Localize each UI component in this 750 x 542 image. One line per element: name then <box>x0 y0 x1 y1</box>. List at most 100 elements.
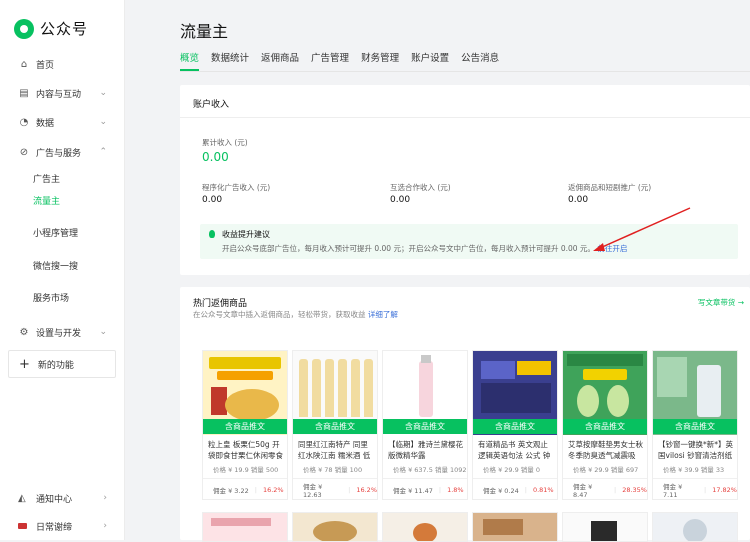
programmatic-income-label: 程序化广告收入 (元) <box>202 183 271 192</box>
product-commission-row: 佣金 ¥ 3.22 | 16.2% <box>203 478 287 500</box>
product-meta: 价格 ¥ 39.9 销量 33 <box>663 466 725 474</box>
commission: 佣金 ¥ 11.47 <box>393 486 433 495</box>
divider: | <box>614 485 617 494</box>
product-tag: 含商品推文 <box>203 419 287 434</box>
product-card[interactable] <box>382 512 468 542</box>
divider: | <box>524 485 527 494</box>
sidebar-item-settings[interactable]: ⚙ 设置与开发 ⌄ <box>0 320 125 344</box>
commission: 佣金 ¥ 3.22 <box>213 486 249 495</box>
document-icon: ▤ <box>19 87 29 99</box>
logo[interactable]: 公众号 <box>14 18 88 39</box>
sidebar-subitem-miniprogram[interactable]: 小程序管理 <box>33 226 78 239</box>
product-tag: 含商品推文 <box>563 419 647 434</box>
commission: 佣金 ¥ 8.47 <box>573 482 593 499</box>
avatar-icon <box>18 523 27 529</box>
product-commission-row: 佣金 ¥ 0.24 | 0.81% <box>473 478 557 500</box>
tab-ad-management[interactable]: 广告管理 <box>311 50 349 71</box>
commission: 佣金 ¥ 0.24 <box>483 486 519 495</box>
product-card[interactable] <box>652 512 738 542</box>
product-tag: 含商品推文 <box>473 419 557 434</box>
product-commission-row: 佣金 ¥ 12.63 | 16.2% <box>293 478 377 500</box>
product-card[interactable] <box>472 512 558 542</box>
product-tag: 含商品推文 <box>383 419 467 434</box>
tab-finance[interactable]: 财务管理 <box>361 50 399 71</box>
write-article-link[interactable]: 写文章带货 → <box>698 297 744 308</box>
product-meta: 价格 ¥ 19.9 销量 500 <box>213 466 279 474</box>
tab-statistics[interactable]: 数据统计 <box>211 50 249 71</box>
sidebar-subitem-search[interactable]: 微信搜一搜 <box>33 259 78 272</box>
total-income-label: 累计收入 (元) <box>202 138 248 147</box>
chevron-up-icon: ⌃ <box>99 147 107 157</box>
total-income-value: 0.00 <box>202 150 229 164</box>
chevron-right-icon: › <box>103 521 107 531</box>
sidebar-item-ads-services[interactable]: ⊘ 广告与服务 ⌃ <box>0 140 125 164</box>
sidebar-subitem-market[interactable]: 服务市场 <box>33 291 69 304</box>
product-name: 同里红江南特产 同里红水陕江南 糯米酒 低度… <box>298 440 371 460</box>
commission-rate: 0.81% <box>532 485 554 494</box>
divider: | <box>704 485 707 494</box>
product-card[interactable]: 含商品推文 【钞窗一键换*新*】英国vilosi 钞窗清洁剂纸抹… 价格 ¥ 3… <box>652 350 738 500</box>
commission-rate: 17.82% <box>712 485 737 494</box>
mutual-income-value: 0.00 <box>390 195 411 205</box>
income-tip-box: 收益提升建议 开启公众号底部广告位，每月收入预计可提升 0.00 元；开启公众号… <box>200 224 738 259</box>
product-meta: 价格 ¥ 637.5 销量 1092 <box>393 466 467 474</box>
gear-icon: ⚙ <box>19 326 29 338</box>
home-icon: ⌂ <box>20 58 28 70</box>
wechat-logo-icon <box>14 18 34 39</box>
plus-icon: + <box>19 356 30 372</box>
sidebar-item-content[interactable]: ▤ 内容与互动 ⌄ <box>0 81 125 105</box>
commission-rate: 1.8% <box>447 485 464 494</box>
product-meta: 价格 ¥ 78 销量 100 <box>303 466 363 474</box>
hot-products-title: 热门返佣商品 <box>193 299 248 309</box>
product-card[interactable] <box>292 512 378 542</box>
chevron-down-icon: ⌄ <box>99 117 107 127</box>
sidebar-item-label: 首页 <box>36 60 55 71</box>
tab-account-settings[interactable]: 账户设置 <box>411 50 449 71</box>
sidebar-item-label: 日常谢缔 <box>36 522 73 533</box>
product-meta: 价格 ¥ 29.9 销量 697 <box>573 466 639 474</box>
sidebar-subitem-advertiser[interactable]: 广告主 <box>33 172 60 185</box>
sidebar-subitem-publisher[interactable]: 流量主 <box>33 194 60 207</box>
tab-commission-products[interactable]: 返佣商品 <box>261 50 299 71</box>
tab-overview[interactable]: 概览 <box>180 50 200 71</box>
product-name: 【钞窗一键换*新*】英国vilosi 钞窗清洁剂纸抹… <box>658 440 733 460</box>
enable-ads-link[interactable]: 前往开启 <box>597 244 627 253</box>
sidebar: 公众号 ⌂ 首页 ▤ 内容与互动 ⌄ ◔ 数据 ⌄ ⊘ 广告与服务 ⌃ 广告主 … <box>0 0 125 540</box>
product-card[interactable] <box>562 512 648 542</box>
product-card[interactable]: 含商品推文 有道精品书 英文观止 逻辑英语句法 公式 钟平… 价格 ¥ 29.9… <box>472 350 558 500</box>
sidebar-item-data[interactable]: ◔ 数据 ⌄ <box>0 110 125 134</box>
product-commission-row: 佣金 ¥ 11.47 | 1.8% <box>383 478 467 500</box>
sidebar-item-notifications[interactable]: ◭ 通知中心 › <box>0 488 125 508</box>
product-commission-row: 佣金 ¥ 8.47 | 28.35% <box>563 478 647 500</box>
new-function-button[interactable]: + 新的功能 <box>8 350 116 378</box>
sidebar-item-label: 内容与互动 <box>36 89 82 100</box>
product-name: 【临期】雅诗兰黛樱花版微精华露 <box>388 440 463 460</box>
programmatic-income-value: 0.00 <box>202 195 223 205</box>
income-card: 账户收入 累计收入 (元) 0.00 程序化广告收入 (元) 0.00 互选合作… <box>180 85 750 275</box>
divider: | <box>438 485 442 494</box>
sidebar-item-label: 数据 <box>36 118 55 129</box>
learn-more-link[interactable]: 详细了解 <box>368 310 398 319</box>
product-card[interactable]: 含商品推文 粒上皇 板栗仁50g 开袋即食甘栗仁休闲零食 价格 ¥ 19.9 销… <box>202 350 288 500</box>
tip-title: 收益提升建议 <box>222 230 270 239</box>
logo-text: 公众号 <box>40 20 89 38</box>
product-tag: 含商品推文 <box>293 419 377 434</box>
tabs-divider <box>180 71 750 72</box>
product-card[interactable]: 含商品推文 艾草按摩鞋垫男女士秋冬季防臭透气减震吸汗… 价格 ¥ 29.9 销量… <box>562 350 648 500</box>
chevron-down-icon: ⌄ <box>99 88 107 98</box>
income-card-title: 账户收入 <box>193 100 230 110</box>
tip-body: 开启公众号底部广告位，每月收入预计可提升 0.00 元；开启公众号文中广告位，每… <box>222 244 595 253</box>
product-card[interactable] <box>202 512 288 542</box>
product-card[interactable]: 含商品推文 【临期】雅诗兰黛樱花版微精华露 价格 ¥ 637.5 销量 1092… <box>382 350 468 500</box>
sidebar-item-home[interactable]: ⌂ 首页 <box>0 52 125 76</box>
product-name: 有道精品书 英文观止 逻辑英语句法 公式 钟平… <box>478 440 551 460</box>
hot-products-subtitle: 在公众号文章中插入返佣商品，轻松带货，获取收益 详细了解 <box>193 309 398 320</box>
commission: 佣金 ¥ 12.63 <box>303 482 323 499</box>
product-card[interactable]: 含商品推文 同里红江南特产 同里红水陕江南 糯米酒 低度… 价格 ¥ 78 销量… <box>292 350 378 500</box>
tab-announcements[interactable]: 公告消息 <box>461 50 499 71</box>
lightbulb-icon <box>209 230 215 238</box>
mutual-income-label: 互选合作收入 (元) <box>390 183 451 192</box>
page-title: 流量主 <box>180 22 229 41</box>
chevron-down-icon: ⌄ <box>99 327 107 337</box>
sidebar-item-account[interactable]: 日常谢缔 › <box>0 516 125 536</box>
